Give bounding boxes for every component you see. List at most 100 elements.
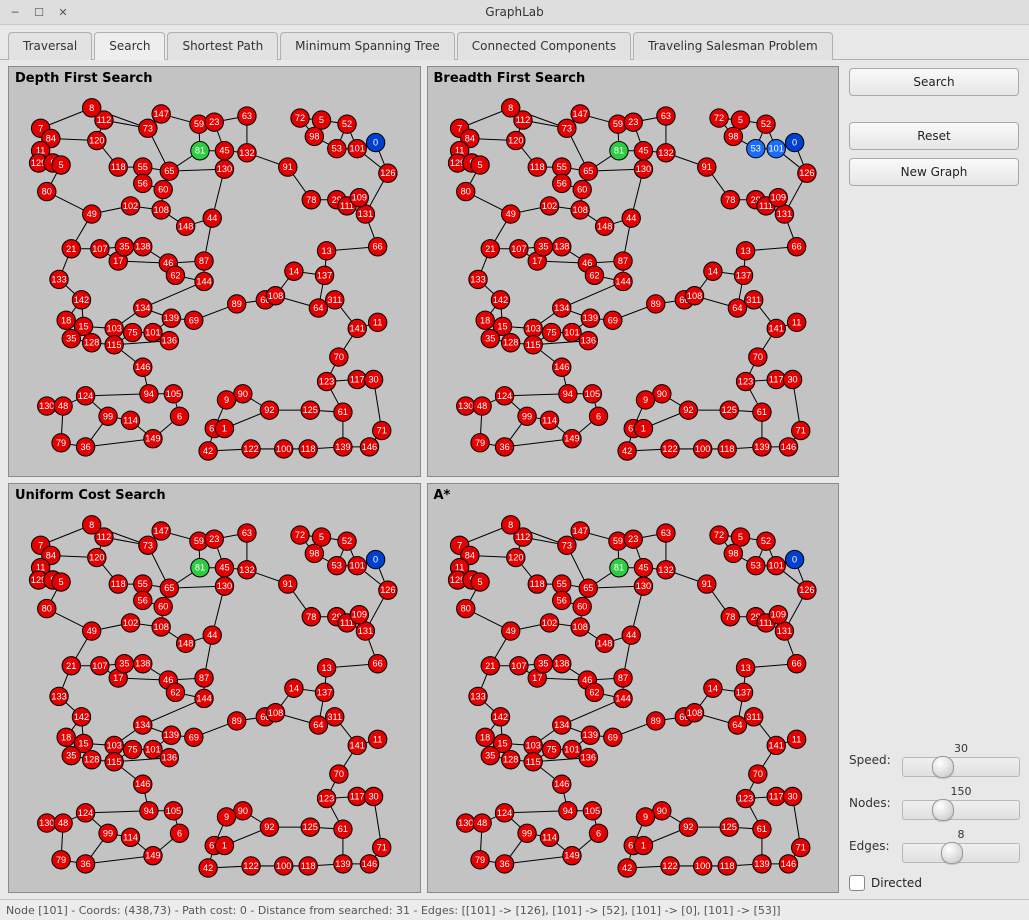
svg-text:14: 14 [707, 683, 717, 693]
svg-text:15: 15 [78, 321, 88, 331]
tab-traversal[interactable]: Traversal [8, 32, 92, 60]
tab-tsp[interactable]: Traveling Salesman Problem [633, 32, 833, 60]
svg-text:124: 124 [496, 391, 511, 401]
svg-text:125: 125 [721, 405, 736, 415]
svg-text:139: 139 [164, 313, 179, 323]
edges-slider[interactable] [902, 843, 1020, 863]
graph-ucs[interactable]: 7841112995801201128731475923638145132917… [9, 484, 420, 893]
svg-text:14: 14 [289, 683, 299, 693]
svg-text:94: 94 [562, 805, 572, 815]
svg-text:65: 65 [164, 583, 174, 593]
svg-text:70: 70 [334, 769, 344, 779]
panel-astar[interactable]: A* 7841112995801201128731475923638145132… [427, 483, 840, 894]
svg-text:131: 131 [358, 209, 373, 219]
svg-text:114: 114 [542, 415, 557, 425]
svg-text:0: 0 [792, 554, 797, 564]
svg-text:52: 52 [342, 536, 352, 546]
svg-text:17: 17 [532, 256, 542, 266]
svg-text:42: 42 [622, 446, 632, 456]
svg-text:136: 136 [580, 752, 595, 762]
svg-text:71: 71 [377, 426, 387, 436]
svg-text:112: 112 [97, 532, 112, 542]
speed-row: Speed: 30 [849, 742, 1019, 777]
svg-text:100: 100 [695, 444, 710, 454]
svg-text:139: 139 [335, 442, 350, 452]
svg-text:101: 101 [768, 144, 783, 154]
svg-text:146: 146 [362, 442, 377, 452]
svg-text:13: 13 [740, 662, 750, 672]
graph-astar[interactable]: 7841112995801201128731475923638145132917… [428, 484, 839, 893]
close-icon[interactable]: ✕ [54, 3, 72, 21]
svg-text:23: 23 [209, 534, 219, 544]
svg-text:55: 55 [556, 162, 566, 172]
svg-text:6: 6 [595, 411, 600, 421]
nodes-row: Nodes: 150 [849, 785, 1019, 820]
svg-text:118: 118 [719, 444, 734, 454]
svg-text:120: 120 [508, 552, 523, 562]
svg-text:56: 56 [138, 595, 148, 605]
svg-text:53: 53 [750, 144, 760, 154]
speed-slider[interactable] [902, 757, 1020, 777]
panel-ucs[interactable]: Uniform Cost Search 78411129958012011287… [8, 483, 421, 894]
svg-text:138: 138 [554, 242, 569, 252]
svg-text:5: 5 [477, 160, 482, 170]
svg-text:115: 115 [525, 756, 540, 766]
svg-text:62: 62 [170, 270, 180, 280]
graph-bfs[interactable]: 7841112995801201128731475923638145132917… [428, 67, 839, 476]
svg-text:9: 9 [642, 395, 647, 405]
svg-text:133: 133 [470, 274, 485, 284]
svg-text:0: 0 [792, 138, 797, 148]
svg-text:81: 81 [195, 146, 205, 156]
svg-text:132: 132 [658, 564, 673, 574]
tab-search[interactable]: Search [94, 32, 165, 60]
svg-text:118: 118 [719, 860, 734, 870]
svg-text:146: 146 [554, 362, 569, 372]
reset-button[interactable]: Reset [849, 122, 1019, 150]
nodes-slider[interactable] [902, 800, 1020, 820]
svg-text:124: 124 [496, 807, 511, 817]
svg-text:5: 5 [737, 532, 742, 542]
svg-text:18: 18 [480, 315, 490, 325]
panel-dfs[interactable]: Depth First Search 784111299580120112873… [8, 66, 421, 477]
status-text: Node [101] - Coords: (438,73) - Path cos… [6, 904, 781, 917]
directed-checkbox[interactable] [849, 875, 865, 891]
svg-text:5: 5 [319, 532, 324, 542]
svg-text:52: 52 [760, 119, 770, 129]
svg-text:63: 63 [242, 111, 252, 121]
svg-text:134: 134 [135, 720, 150, 730]
svg-text:8: 8 [508, 519, 513, 529]
tab-shortest-path[interactable]: Shortest Path [167, 32, 278, 60]
svg-text:105: 105 [584, 389, 599, 399]
svg-text:130: 130 [217, 164, 232, 174]
svg-text:55: 55 [138, 579, 148, 589]
svg-text:148: 148 [596, 638, 611, 648]
svg-text:141: 141 [350, 323, 365, 333]
svg-text:80: 80 [460, 603, 470, 613]
svg-text:130: 130 [39, 818, 54, 828]
svg-text:146: 146 [780, 858, 795, 868]
edges-row: Edges: 8 [849, 828, 1019, 863]
new-graph-button[interactable]: New Graph [849, 158, 1019, 186]
svg-text:89: 89 [650, 299, 660, 309]
svg-text:109: 109 [770, 609, 785, 619]
svg-text:81: 81 [613, 562, 623, 572]
svg-text:139: 139 [582, 313, 597, 323]
tab-mst[interactable]: Minimum Spanning Tree [280, 32, 455, 60]
svg-text:36: 36 [499, 858, 509, 868]
svg-text:139: 139 [164, 730, 179, 740]
graph-dfs[interactable]: 7841112995801201128731475923638145132917… [9, 67, 420, 476]
tab-connected-components[interactable]: Connected Components [457, 32, 631, 60]
svg-text:136: 136 [162, 336, 177, 346]
svg-text:1: 1 [222, 424, 227, 434]
svg-text:8: 8 [89, 103, 94, 113]
main-area: Depth First Search 784111299580120112873… [0, 60, 1029, 899]
svg-text:142: 142 [492, 711, 507, 721]
svg-text:53: 53 [332, 144, 342, 154]
svg-text:103: 103 [106, 323, 121, 333]
maximize-icon[interactable]: ☐ [30, 3, 48, 21]
panel-bfs[interactable]: Breadth First Search 7841112995801201128… [427, 66, 840, 477]
search-button[interactable]: Search [849, 68, 1019, 96]
svg-text:89: 89 [232, 715, 242, 725]
window-title: GraphLab [0, 5, 1029, 19]
minimize-icon[interactable]: ─ [6, 3, 24, 21]
